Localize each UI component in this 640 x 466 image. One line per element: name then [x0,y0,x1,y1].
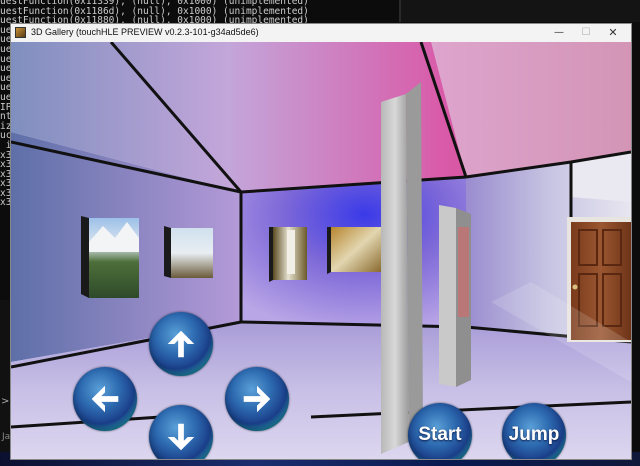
start-button[interactable]: Start [408,403,472,459]
chevron-right-icon[interactable]: > [1,396,9,407]
jump-button[interactable]: Jump [502,403,566,459]
maximize-button[interactable]: ☐ [573,25,599,41]
game-viewport[interactable]: Start Jump [11,42,631,459]
minimize-button[interactable]: — [546,25,572,41]
arrow-down-icon [167,423,195,451]
painting-geyser [164,226,213,278]
arrow-up-icon [167,330,195,358]
move-left-button[interactable] [73,367,137,431]
jump-label: Jump [508,424,560,445]
app-window: 3D Gallery (touchHLE PREVIEW v0.2.3-101-… [10,23,632,460]
terminal-side-panel [401,0,640,22]
move-up-button[interactable] [149,312,213,376]
move-right-button[interactable] [225,367,289,431]
pillar [381,82,423,454]
title-bar[interactable]: 3D Gallery (touchHLE PREVIEW v0.2.3-101-… [11,24,631,42]
painting-mountain-lake [81,216,139,298]
start-label: Start [418,424,462,445]
gutter-label: Ja [2,432,11,442]
arrow-right-icon [243,385,271,413]
arrow-left-icon [91,385,119,413]
partition-wall [439,205,471,387]
app-icon [15,27,26,38]
window-title: 3D Gallery (touchHLE PREVIEW v0.2.3-101-… [31,27,259,37]
close-button[interactable]: ✕ [600,25,626,41]
painting-canyon [327,227,381,274]
painting-waterfall [269,227,307,282]
